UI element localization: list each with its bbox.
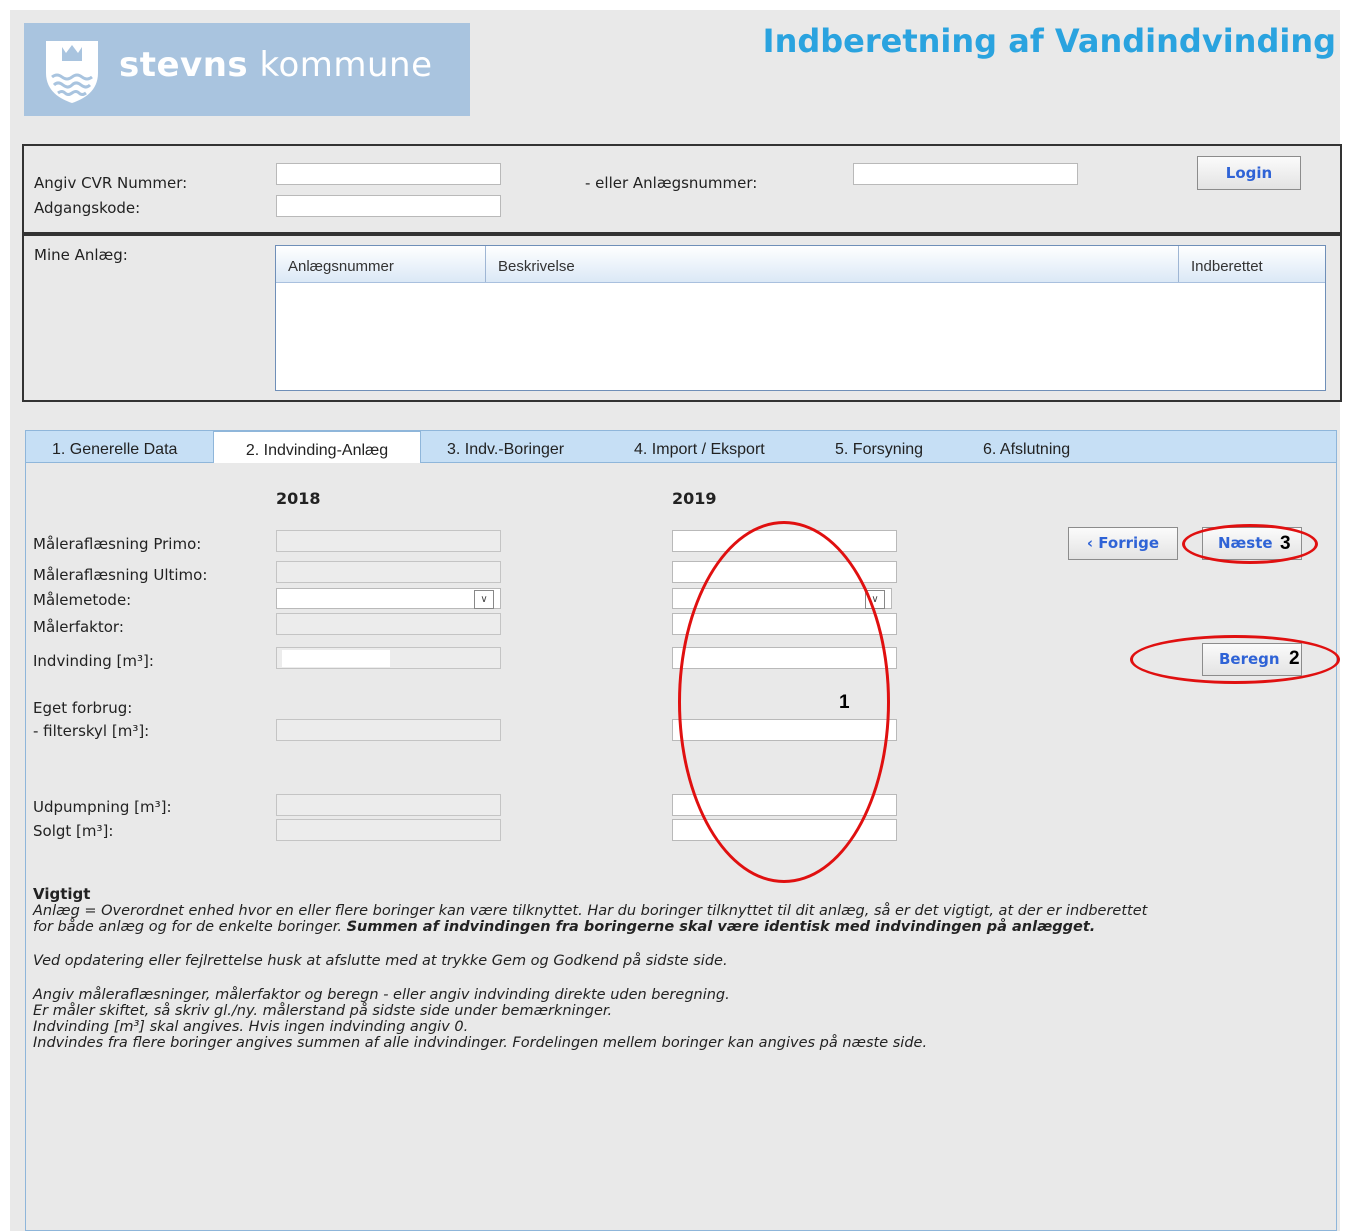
indvinding-2018-value-block xyxy=(282,650,390,667)
annotation-number-3: 3 xyxy=(1280,533,1291,554)
tab-afslutning[interactable]: 6. Afslutning xyxy=(983,431,1070,464)
notes-heading: Vigtigt xyxy=(33,885,91,903)
year-prev-heading: 2018 xyxy=(276,489,321,508)
column-beskrivelse[interactable]: Beskrivelse xyxy=(486,246,1179,282)
forrige-button[interactable]: ‹ Forrige xyxy=(1068,527,1178,560)
stevns-logo: stevns kommune xyxy=(24,23,470,116)
tab-indvinding-anlaeg[interactable]: 2. Indvinding-Anlæg xyxy=(213,431,421,466)
page-title: Indberetning af Vandindvinding xyxy=(762,22,1336,60)
year-cur-heading: 2019 xyxy=(672,489,717,508)
tab-indv-boringer[interactable]: 3. Indv.-Boringer xyxy=(447,431,564,464)
chevron-down-icon: ∨ xyxy=(474,590,494,609)
solgt-label: Solgt [m³]: xyxy=(33,822,114,840)
notes-section: Vigtigt Anlæg = Overordnet enhed hvor en… xyxy=(33,885,1333,1052)
note-line-5: Er måler skiftet, så skriv gl./ny. måler… xyxy=(33,1003,613,1019)
column-anlaegsnummer[interactable]: Anlægsnummer xyxy=(276,246,486,282)
note-line-4: Angiv måleraflæsninger, målerfaktor og b… xyxy=(33,987,730,1003)
login-panel: Angiv CVR Nummer: - eller Anlægsnummer: … xyxy=(22,144,1342,234)
login-button[interactable]: Login xyxy=(1197,156,1301,190)
page: stevns kommune Indberetning af Vandindvi… xyxy=(10,10,1342,1231)
annotation-ellipse-1 xyxy=(678,521,890,883)
primo-label: Måleraflæsning Primo: xyxy=(33,535,202,553)
udpumpning-label: Udpumpning [m³]: xyxy=(33,798,172,816)
note-emphasis: Summen af indvindingen fra boringerne sk… xyxy=(346,919,1096,935)
indvinding-label: Indvinding [m³]: xyxy=(33,652,154,670)
note-line-6: Indvinding [m³] skal angives. Hvis ingen… xyxy=(33,1019,469,1035)
primo-2018-field xyxy=(276,530,501,552)
tab-generelle-data[interactable]: 1. Generelle Data xyxy=(52,431,177,464)
tab-import-eksport[interactable]: 4. Import / Eksport xyxy=(634,431,765,464)
annotation-ellipse-2 xyxy=(1130,635,1340,684)
ultimo-label: Måleraflæsning Ultimo: xyxy=(33,566,208,584)
maalerfaktor-label: Målerfaktor: xyxy=(33,618,124,636)
brand-name: stevns kommune xyxy=(119,45,433,85)
maalerfaktor-2018-field xyxy=(276,613,501,635)
anlaegsnummer-input[interactable] xyxy=(853,163,1078,185)
tab-forsyning[interactable]: 5. Forsyning xyxy=(835,431,923,464)
coat-of-arms-icon xyxy=(46,41,98,103)
ultimo-2018-field xyxy=(276,561,501,583)
mine-anlaeg-label: Mine Anlæg: xyxy=(34,246,128,264)
anlaegsnummer-label: - eller Anlægsnummer: xyxy=(585,174,758,192)
annotation-number-2: 2 xyxy=(1289,648,1300,669)
indvinding-anlaeg-panel: 2018 2019 Måleraflæsning Primo: Målerafl… xyxy=(25,463,1340,1231)
maalemetode-2018-select: ∨ xyxy=(276,588,501,609)
note-line-7: Indvindes fra flere boringer angives sum… xyxy=(33,1035,928,1051)
solgt-2018-field xyxy=(276,819,501,841)
cvr-label: Angiv CVR Nummer: xyxy=(34,174,188,192)
password-input[interactable] xyxy=(276,195,501,217)
cvr-input[interactable] xyxy=(276,163,501,185)
indvinding-2018-field xyxy=(276,647,501,669)
maalemetode-label: Målemetode: xyxy=(33,591,132,609)
anlaeg-grid[interactable]: Anlægsnummer Beskrivelse Indberettet xyxy=(275,245,1326,391)
grid-header: Anlægsnummer Beskrivelse Indberettet xyxy=(276,246,1325,283)
note-line-2: for både anlæg og for de enkelte boringe… xyxy=(33,919,1096,935)
mine-anlaeg-panel: Mine Anlæg: Anlægsnummer Beskrivelse Ind… xyxy=(22,234,1342,402)
udpumpning-2018-field xyxy=(276,794,501,816)
password-label: Adgangskode: xyxy=(34,199,141,217)
column-indberettet[interactable]: Indberettet xyxy=(1179,246,1325,282)
annotation-ellipse-3 xyxy=(1182,524,1318,564)
eget-forbrug-label: Eget forbrug: xyxy=(33,699,133,717)
filterskyl-label: - filterskyl [m³]: xyxy=(33,722,150,740)
note-line-3: Ved opdatering eller fejlrettelse husk a… xyxy=(33,953,728,969)
filterskyl-2018-field xyxy=(276,719,501,741)
annotation-number-1: 1 xyxy=(839,692,850,713)
note-line-1: Anlæg = Overordnet enhed hvor en eller f… xyxy=(33,903,1148,919)
tab-bar: 1. Generelle Data 2. Indvinding-Anlæg 3.… xyxy=(25,430,1337,466)
